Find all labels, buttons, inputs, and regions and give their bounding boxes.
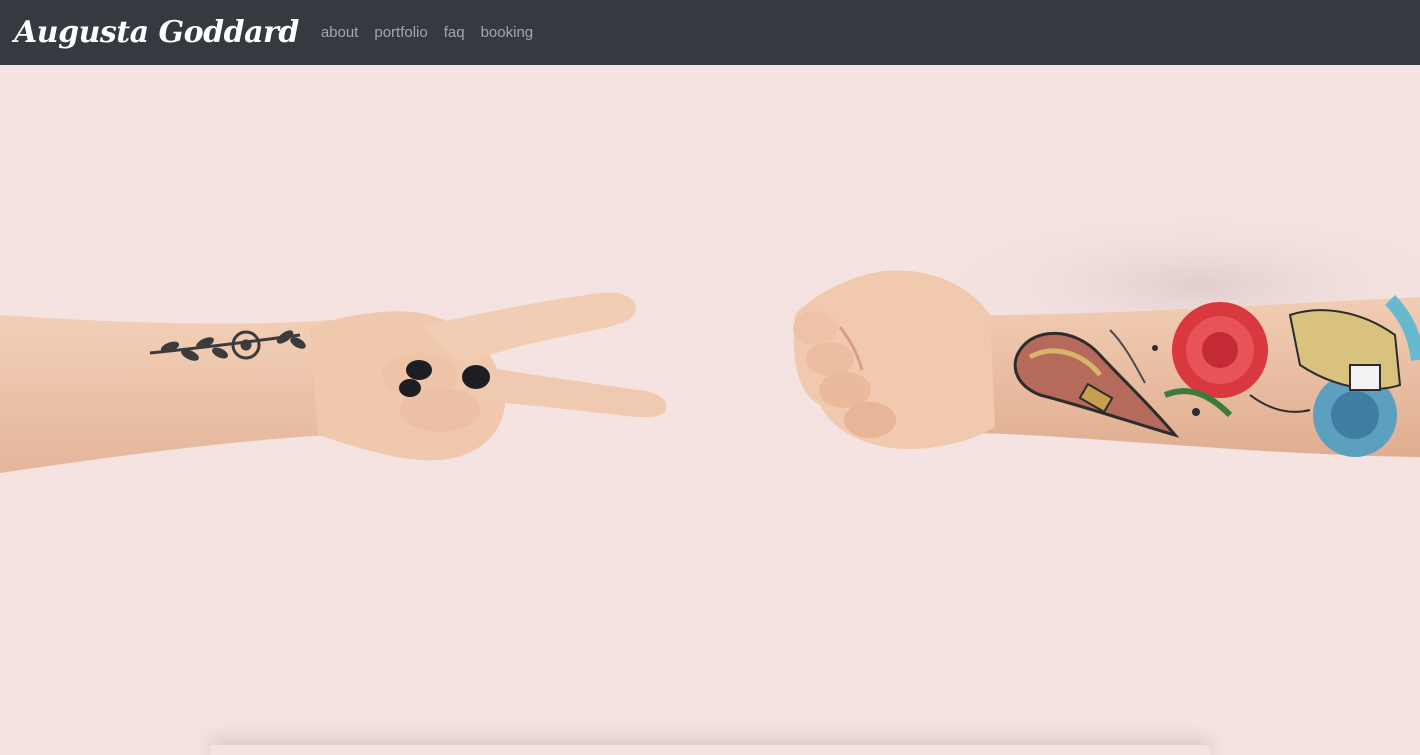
nail — [462, 365, 490, 389]
content-card-top-edge — [210, 745, 1210, 755]
nav-link-booking[interactable]: booking — [481, 24, 534, 41]
nav-link-about[interactable]: about — [321, 24, 359, 41]
nav-link-portfolio[interactable]: portfolio — [374, 24, 427, 41]
nail — [406, 360, 432, 380]
hero-illustration — [0, 205, 1420, 473]
nav-link-faq[interactable]: faq — [444, 24, 465, 41]
nail — [399, 379, 421, 397]
brand-logo[interactable]: Augusta Goddard — [14, 17, 299, 48]
nav-links: about portfolio faq booking — [321, 24, 549, 41]
top-navbar: Augusta Goddard about portfolio faq book… — [0, 0, 1420, 65]
hero-image — [0, 65, 1420, 755]
peace-sign-hand — [0, 292, 667, 473]
